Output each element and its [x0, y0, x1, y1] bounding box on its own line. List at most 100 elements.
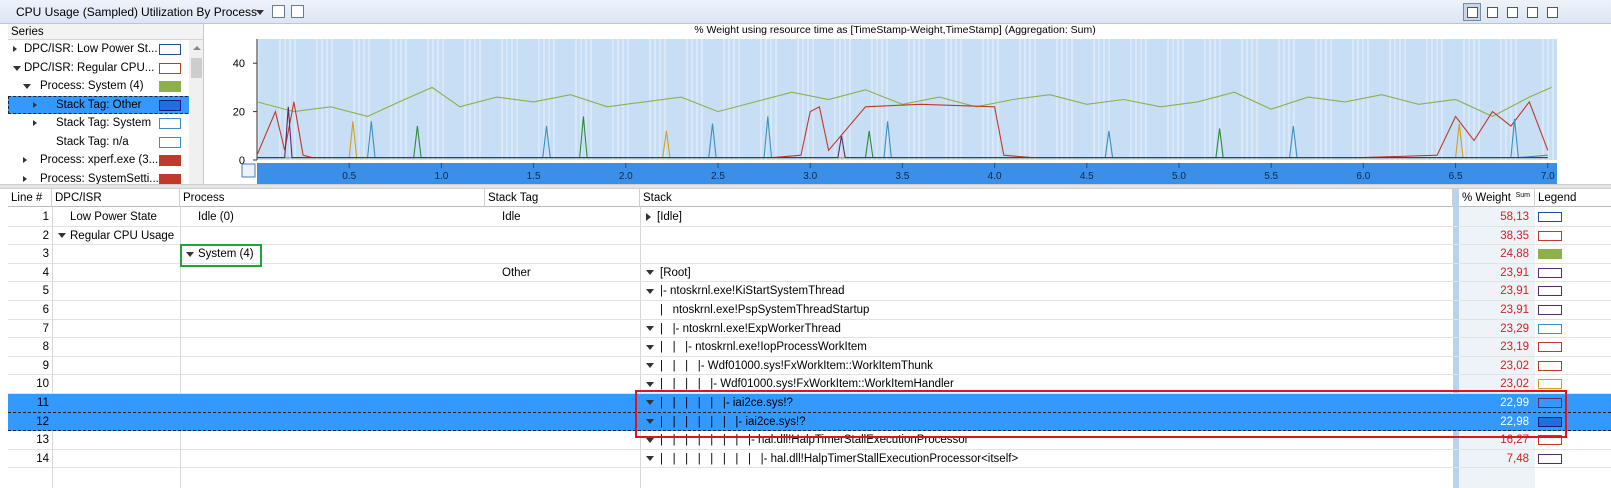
expand-arrow-icon[interactable]: [23, 84, 31, 89]
column-header-dpc-isr[interactable]: DPC/ISR: [52, 189, 180, 207]
background-band: [469, 39, 471, 160]
background-band: [1103, 39, 1105, 160]
dpc-isr-cell: [58, 431, 180, 449]
background-band: [876, 39, 878, 160]
stack-tag-cell: [502, 282, 632, 300]
table-row[interactable]: 8 | | |- ntoskrnl.exe!IopProcessWorkItem 2…: [8, 338, 1611, 357]
column-header-weight-label: % Weight: [1462, 192, 1512, 204]
stack-tag-cell: [502, 431, 632, 449]
stack-tag-cell: Other: [502, 266, 531, 279]
collapse-arrow-icon[interactable]: [33, 120, 37, 126]
column-header-weight[interactable]: % Weight Sum: [1459, 189, 1535, 207]
stack-tag-cell: [502, 413, 632, 431]
collapse-arrow-icon[interactable]: [33, 101, 37, 108]
collapse-arrow-icon[interactable]: [23, 157, 27, 163]
collapse-arrow-icon[interactable]: [13, 46, 17, 52]
dpc-isr-cell: [58, 301, 180, 319]
table-row[interactable]: 7 | |- ntoskrnl.exe!ExpWorkerThread 23,29: [8, 320, 1611, 339]
expand-arrow-icon[interactable]: [646, 326, 654, 332]
background-band: [1214, 39, 1216, 160]
background-band: [908, 39, 910, 160]
background-band: [982, 39, 984, 160]
series-color-swatch: [159, 173, 181, 185]
series-item[interactable]: DPC/ISR: Regular CPU...: [8, 59, 203, 78]
background-band: [886, 39, 888, 160]
table-only-view-button[interactable]: [1503, 3, 1521, 21]
close-view-button[interactable]: [1543, 3, 1561, 21]
background-band: [1019, 39, 1021, 160]
table-row[interactable]: 5 |- ntoskrnl.exe!KiStartSystemThread 23,9…: [8, 282, 1611, 301]
expand-arrow-icon[interactable]: [13, 65, 21, 71]
series-item[interactable]: Stack Tag: System: [8, 114, 203, 133]
line-number-cell: 13: [36, 434, 49, 447]
graph-only-view-button[interactable]: [1483, 3, 1501, 21]
line-number-cell: 4: [42, 266, 49, 279]
view-options-button[interactable]: [1523, 3, 1541, 21]
background-band: [1288, 39, 1290, 160]
collapse-arrow-icon[interactable]: [646, 212, 651, 221]
stack-table: Line # DPC/ISR Process Stack Tag Stack %…: [8, 189, 1611, 488]
expand-arrow-icon[interactable]: [646, 270, 654, 276]
series-color-swatch: [159, 81, 181, 92]
series-item-label: Stack Tag: n/a: [56, 135, 129, 148]
background-band: [363, 39, 365, 160]
series-panel: Series DPC/ISR: Low Power St... DPC/ISR: …: [8, 24, 204, 186]
table-row[interactable]: 9 | | | |- Wdf01000.sys!FxWorkItem::WorkI…: [8, 357, 1611, 376]
dpc-isr-cell: [58, 264, 180, 282]
line-chart[interactable]: 020400.5 1.0 1.5 2.0 2.5 3.0 3.5 4.0 4.5 5.0 5.5 6.…: [205, 24, 1611, 186]
background-band: [1283, 39, 1285, 160]
series-item[interactable]: Stack Tag: Other: [8, 95, 203, 114]
chevron-down-icon[interactable]: [256, 10, 264, 15]
series-item[interactable]: Process: xperf.exe (3...: [8, 151, 203, 170]
series-item[interactable]: Process: System (4): [8, 77, 203, 96]
x-tick-label: 4.5: [1080, 171, 1094, 182]
dpc-isr-text: Regular CPU Usage: [70, 229, 175, 242]
table-row[interactable]: 1 Low Power State Idle (0) Idle [Idle] 58,13: [8, 208, 1611, 227]
table-row[interactable]: 14 | | | | | | | | |- hal.dll!HalpTimerSt…: [8, 450, 1611, 469]
expand-arrow-icon[interactable]: [646, 288, 654, 294]
expand-arrow-icon[interactable]: [646, 344, 654, 350]
series-scrollbar[interactable]: [189, 40, 203, 186]
x-tick-label: 5.0: [1172, 171, 1186, 182]
series-item-label: Process: xperf.exe (3...: [40, 154, 159, 166]
expand-arrow-icon[interactable]: [646, 381, 654, 387]
chart-settings-icon[interactable]: [272, 5, 285, 18]
table-row[interactable]: 2 Regular CPU Usage 38,35: [8, 227, 1611, 246]
y-tick-label: 20: [233, 107, 245, 119]
graph-and-table-view-button[interactable]: [1463, 3, 1481, 21]
x-tick-label: 2.5: [711, 171, 725, 182]
table-row[interactable]: 6 | ntoskrnl.exe!PspSystemThreadStartup 23…: [8, 301, 1611, 320]
expand-arrow-icon[interactable]: [646, 363, 654, 369]
background-band: [1093, 39, 1095, 160]
background-band: [442, 39, 444, 160]
legend-color-swatch: [1538, 286, 1562, 297]
weight-cell: 7,48: [1506, 452, 1529, 465]
expand-arrow-icon[interactable]: [646, 456, 654, 462]
expand-arrow-icon[interactable]: [646, 437, 654, 443]
column-header-line[interactable]: Line #: [8, 189, 52, 207]
background-band: [1140, 39, 1142, 160]
cpu-usage-graph[interactable]: % Weight using resource time as [TimeSta…: [205, 24, 1611, 186]
background-band: [1505, 39, 1507, 160]
column-header-legend[interactable]: Legend: [1535, 189, 1611, 207]
series-item[interactable]: Stack Tag: n/a: [8, 133, 203, 152]
weight-cell: 23,02: [1500, 359, 1529, 372]
scrollbar-thumb[interactable]: [191, 58, 202, 78]
expand-arrow-icon[interactable]: [58, 233, 66, 239]
view-selector-dropdown[interactable]: Utilization By Process: [141, 5, 257, 19]
line-number-cell: 6: [42, 304, 49, 316]
line-number-cell: 5: [42, 285, 49, 298]
background-band: [1547, 39, 1549, 160]
background-band: [1367, 39, 1369, 160]
stack-frame-text: [Idle]: [657, 211, 682, 223]
series-item[interactable]: DPC/ISR: Low Power St...: [8, 40, 203, 59]
column-header-process[interactable]: Process: [180, 189, 485, 207]
background-band: [1468, 39, 1470, 160]
column-header-stack-tag[interactable]: Stack Tag: [485, 189, 640, 207]
collapse-arrow-icon[interactable]: [23, 175, 27, 182]
background-band: [1056, 39, 1058, 160]
background-band: [691, 39, 693, 160]
column-header-stack[interactable]: Stack: [640, 189, 1453, 207]
grid-settings-icon[interactable]: [291, 5, 304, 18]
scroll-up-icon[interactable]: [193, 46, 201, 50]
